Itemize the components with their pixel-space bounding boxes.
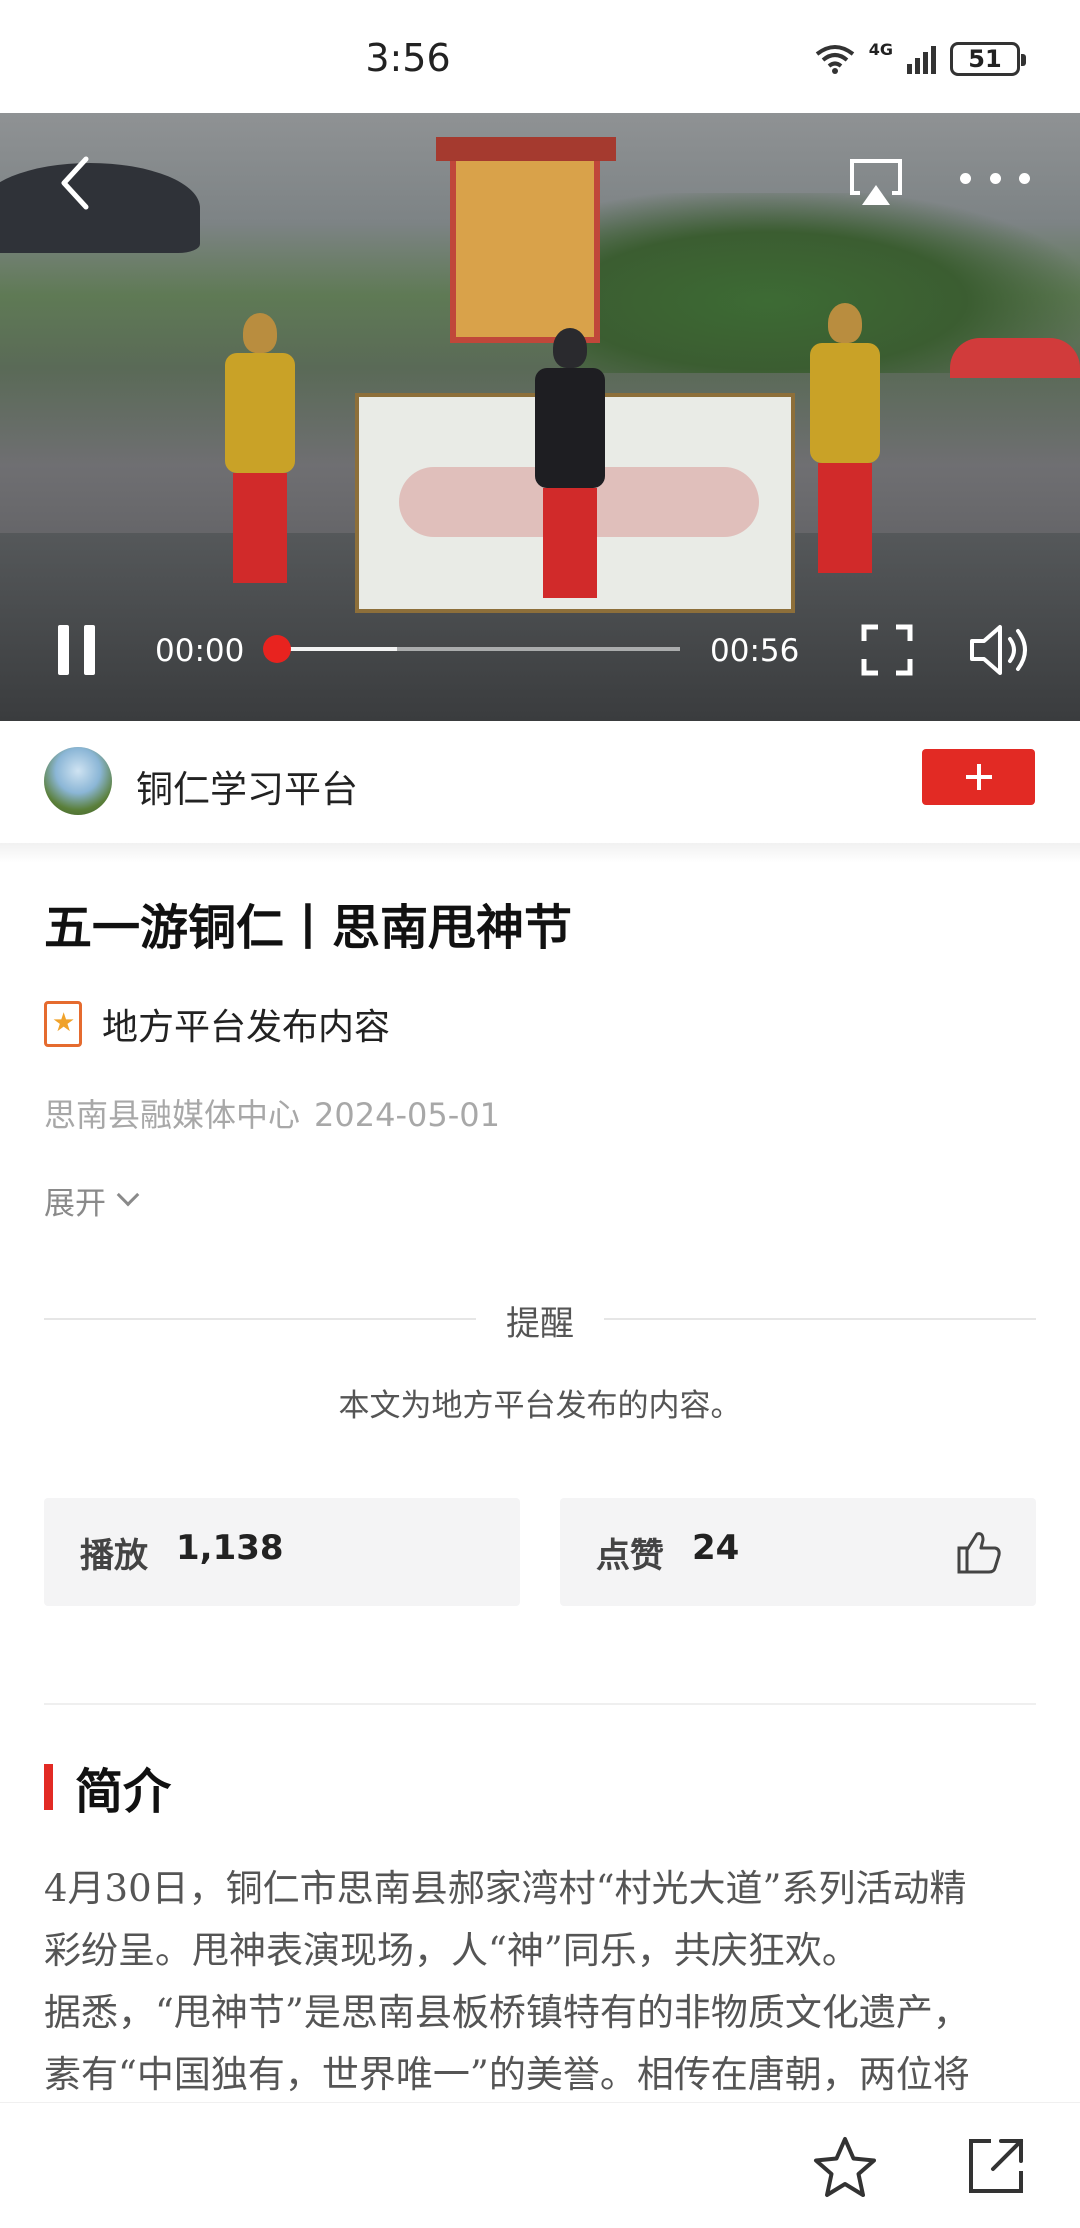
progress-knob[interactable] <box>263 635 291 663</box>
intro-line: 4月30日，铜仁市思南县郝家湾村“村光大道”系列活动精 <box>44 1867 967 1910</box>
bottom-action-bar <box>0 2102 1080 2228</box>
battery-icon: 51 <box>950 42 1026 76</box>
source-tag: 地方平台发布内容 <box>44 998 390 1050</box>
buffered-bar <box>275 647 397 651</box>
publisher: 思南县融媒体中心 <box>44 1096 301 1134</box>
airplay-icon[interactable] <box>846 153 906 213</box>
more-horizontal-icon[interactable] <box>960 163 1030 193</box>
status-bar: 3:56 4G 51 <box>0 0 1080 113</box>
intro-heading-text: 简介 <box>75 1764 172 1820</box>
network-type: 4G <box>868 39 893 59</box>
intro-line: 素有“中国独有，世界唯一”的美誉。相传在唐朝，两位将 <box>44 2053 970 2096</box>
intro-line: 据悉，“甩神节”是思南县板桥镇特有的非物质文化遗产， <box>44 1991 970 2034</box>
wifi-icon <box>815 45 854 74</box>
notice-text: 本文为地方平台发布的内容。 <box>338 1388 742 1424</box>
intro-line: 彩纷呈。甩神表演现场，人“神”同乐，共庆狂欢。 <box>44 1929 859 1972</box>
expand-label: 展开 <box>44 1186 106 1222</box>
video-controls: 00:00 00:56 <box>0 603 1080 693</box>
source-tag-label: 地方平台发布内容 <box>102 1007 391 1048</box>
intro-heading: 简介 <box>44 1752 171 1822</box>
section-separator <box>44 1703 1036 1705</box>
status-icons: 4G 51 <box>815 39 1026 76</box>
signal-icon <box>907 44 936 74</box>
thumbs-up-icon[interactable] <box>955 1528 1003 1576</box>
star-icon[interactable] <box>812 2135 878 2201</box>
play-label: 播放 <box>80 1536 148 1576</box>
section-divider <box>0 843 1080 863</box>
progress-track[interactable] <box>263 635 680 663</box>
heading-accent-bar <box>44 1764 53 1810</box>
chevron-down-icon <box>116 1183 140 1206</box>
avatar[interactable] <box>44 747 112 815</box>
current-time: 00:00 <box>155 633 245 669</box>
share-icon[interactable] <box>965 2135 1027 2197</box>
like-box[interactable]: 点赞 24 <box>560 1498 1036 1606</box>
battery-level: 51 <box>968 45 1002 73</box>
account-row: 铜仁学习平台 <box>0 721 1080 843</box>
account-name[interactable]: 铜仁学习平台 <box>136 759 358 813</box>
play-count-box: 播放 1,138 <box>44 1498 520 1606</box>
volume-icon[interactable] <box>968 619 1034 681</box>
expand-button[interactable]: 展开 <box>44 1178 140 1223</box>
like-count: 24 <box>692 1528 740 1568</box>
fullscreen-icon[interactable] <box>860 623 914 677</box>
publish-date: 2024-05-01 <box>314 1096 500 1134</box>
pause-icon[interactable] <box>58 625 98 675</box>
star-badge-icon <box>44 1001 82 1047</box>
article-meta: 思南县融媒体中心 2024-05-01 <box>44 1090 500 1136</box>
video-overlay: 00:00 00:56 <box>0 113 1080 721</box>
notice-title: 提醒 <box>506 1304 574 1344</box>
article-title: 五一游铜仁丨思南甩神节 <box>44 900 573 956</box>
video-player[interactable]: 00:00 00:56 <box>0 113 1080 721</box>
total-time: 00:56 <box>710 633 800 669</box>
play-count: 1,138 <box>176 1528 284 1568</box>
status-time: 3:56 <box>365 36 451 80</box>
follow-button[interactable] <box>922 749 1035 805</box>
chevron-left-icon[interactable] <box>52 153 102 213</box>
like-label: 点赞 <box>596 1536 664 1576</box>
intro-body: 4月30日，铜仁市思南县郝家湾村“村光大道”系列活动精 彩纷呈。甩神表演现场，人… <box>44 1858 1044 2106</box>
